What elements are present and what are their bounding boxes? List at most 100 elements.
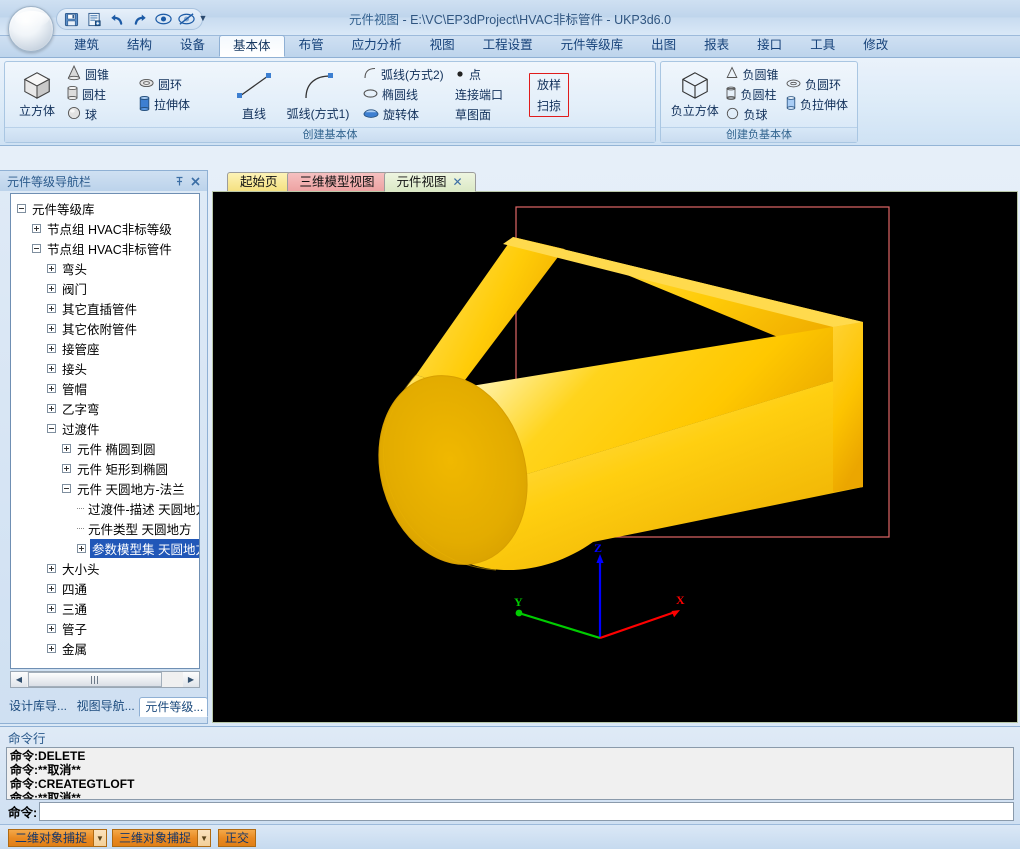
tree-collapse-icon[interactable] [62, 483, 71, 493]
sphere-button[interactable]: 球 [65, 105, 137, 124]
negative-cone-button[interactable]: 负圆锥 [724, 65, 783, 84]
document-tab-0[interactable]: 起始页 [227, 172, 291, 192]
command-input[interactable] [39, 802, 1014, 821]
tree-expand-icon[interactable] [62, 443, 71, 453]
document-tab-2[interactable]: 元件视图 ✕ [383, 172, 476, 192]
torus-button[interactable]: 圆环 [137, 75, 219, 94]
point-button[interactable]: 点 [453, 65, 525, 84]
scroll-left-arrow[interactable]: ◀ [11, 672, 27, 687]
line-button[interactable]: 直线 [227, 68, 281, 122]
arc1-button[interactable]: 弧线(方式1) [281, 68, 355, 122]
tree-expand-icon[interactable] [62, 463, 71, 473]
negative-cube-button[interactable]: 负立方体 [665, 68, 724, 121]
status-button-1[interactable]: 三维对象捕捉 [112, 829, 199, 847]
tree-item[interactable]: 参数模型集 天圆地方 [13, 538, 199, 558]
tree-expand-icon[interactable] [47, 583, 56, 593]
negative-extrude-button[interactable]: 负拉伸体 [784, 95, 853, 114]
tree-item[interactable]: 管子 [13, 618, 199, 638]
status-button-dropdown-1[interactable]: ▼ [198, 829, 212, 847]
sketch-plane-button[interactable]: 草图面 [453, 105, 525, 124]
tree-collapse-icon[interactable] [47, 423, 56, 433]
loft-button[interactable]: 放样 [532, 75, 566, 94]
pin-icon[interactable] [171, 173, 187, 189]
tree-item[interactable]: 大小头 [13, 558, 199, 578]
tree-expand-icon[interactable] [47, 263, 56, 273]
ellipse-button[interactable]: 椭圆线 [361, 85, 453, 104]
ribbon-tab-12[interactable]: 工具 [796, 35, 849, 57]
tree-item[interactable]: 节点组 HVAC非标等级 [13, 218, 199, 238]
tree-expand-icon[interactable] [47, 403, 56, 413]
tree-item[interactable]: 过渡件-描述 天圆地方 [13, 498, 199, 518]
cylinder-button[interactable]: 圆柱 [65, 85, 137, 104]
tree-item[interactable]: 元件 椭圆到圆 [13, 438, 199, 458]
tree-item[interactable]: 四通 [13, 578, 199, 598]
negative-sphere-button[interactable]: 负球 [724, 105, 783, 124]
panel-tab-1[interactable]: 视图导航... [72, 697, 139, 717]
application-menu-orb[interactable] [8, 6, 54, 52]
ribbon-tab-4[interactable]: 布管 [285, 35, 338, 57]
tree-item[interactable]: 三通 [13, 598, 199, 618]
ribbon-tab-5[interactable]: 应力分析 [338, 35, 416, 57]
tree-horizontal-scrollbar[interactable]: ◀ ▶ [10, 671, 200, 688]
arc2-button[interactable]: 弧线(方式2) [361, 65, 453, 84]
tree-item[interactable]: 元件 矩形到椭圆 [13, 458, 199, 478]
ribbon-tab-8[interactable]: 元件等级库 [547, 35, 638, 57]
tree-expand-icon[interactable] [47, 343, 56, 353]
document-tab-1[interactable]: 三维模型视图 [286, 172, 388, 192]
tree-expand-icon[interactable] [47, 383, 56, 393]
ribbon-tab-6[interactable]: 视图 [416, 35, 469, 57]
tree-collapse-icon[interactable] [17, 203, 26, 213]
tree-expand-icon[interactable] [47, 623, 56, 633]
tree-item[interactable]: 接管座 [13, 338, 199, 358]
ribbon-tab-13[interactable]: 修改 [849, 35, 902, 57]
tree-item[interactable]: 乙字弯 [13, 398, 199, 418]
tree-expand-icon[interactable] [47, 643, 56, 653]
ribbon-tab-3[interactable]: 基本体 [219, 35, 285, 57]
tree-item[interactable]: 元件等级库 [13, 198, 199, 218]
command-history[interactable]: 命令:DELETE 命令:**取消** 命令:CREATEGTLOFT 命令:**取消… [6, 747, 1014, 800]
viewport-frame[interactable]: Z Y X [212, 191, 1018, 723]
negative-cylinder-button[interactable]: 负圆柱 [724, 85, 783, 104]
ribbon-tab-7[interactable]: 工程设置 [469, 35, 547, 57]
extrude-button[interactable]: 拉伸体 [137, 95, 219, 114]
tree-expand-icon[interactable] [47, 283, 56, 293]
sweep-button[interactable]: 扫掠 [532, 96, 566, 115]
cube-button[interactable]: 立方体 [9, 68, 65, 121]
tree-item[interactable]: 其它直插管件 [13, 298, 199, 318]
tree-expand-icon[interactable] [47, 303, 56, 313]
ribbon-tab-9[interactable]: 出图 [637, 35, 690, 57]
tree-expand-icon[interactable] [47, 363, 56, 373]
ribbon-tab-0[interactable]: 建筑 [60, 35, 113, 57]
tree-collapse-icon[interactable] [32, 243, 41, 253]
tree-item[interactable]: 元件类型 天圆地方 [13, 518, 199, 538]
tree-expand-icon[interactable] [77, 543, 86, 553]
document-tab-close-icon[interactable]: ✕ [453, 173, 463, 192]
tree-expand-icon[interactable] [47, 323, 56, 333]
component-class-tree[interactable]: 元件等级库 节点组 HVAC非标等级 节点组 HVAC非标管件 弯头 阀门 其它直插管件其… [10, 193, 200, 669]
revolve-button[interactable]: 旋转体 [361, 105, 453, 124]
tree-item[interactable]: 管帽 [13, 378, 199, 398]
status-button-0[interactable]: 二维对象捕捉 [8, 829, 95, 847]
status-button-dropdown-0[interactable]: ▼ [94, 829, 108, 847]
connect-port-button[interactable]: 连接端口 [453, 85, 525, 104]
negative-torus-button[interactable]: 负圆环 [784, 75, 853, 94]
panel-tab-2[interactable]: 元件等级... [139, 697, 209, 717]
tree-expand-icon[interactable] [32, 223, 41, 233]
tree-item[interactable]: 接头 [13, 358, 199, 378]
tree-item[interactable]: 过渡件 [13, 418, 199, 438]
ribbon-tab-10[interactable]: 报表 [690, 35, 743, 57]
ribbon-tab-11[interactable]: 接口 [743, 35, 796, 57]
scroll-right-arrow[interactable]: ▶ [183, 672, 199, 687]
tree-expand-icon[interactable] [47, 603, 56, 613]
tree-item[interactable]: 金属 [13, 638, 199, 658]
tree-item[interactable]: 阀门 [13, 278, 199, 298]
cone-button[interactable]: 圆锥 [65, 64, 137, 84]
tree-item[interactable]: 弯头 [13, 258, 199, 278]
model-canvas[interactable]: Z Y X [213, 192, 1017, 722]
status-button-2[interactable]: 正交 [218, 829, 257, 847]
scroll-thumb[interactable] [28, 672, 162, 687]
close-icon[interactable] [187, 173, 203, 189]
ribbon-tab-2[interactable]: 设备 [166, 35, 219, 57]
tree-item[interactable]: 元件 天圆地方-法兰 [13, 478, 199, 498]
tree-expand-icon[interactable] [47, 563, 56, 573]
